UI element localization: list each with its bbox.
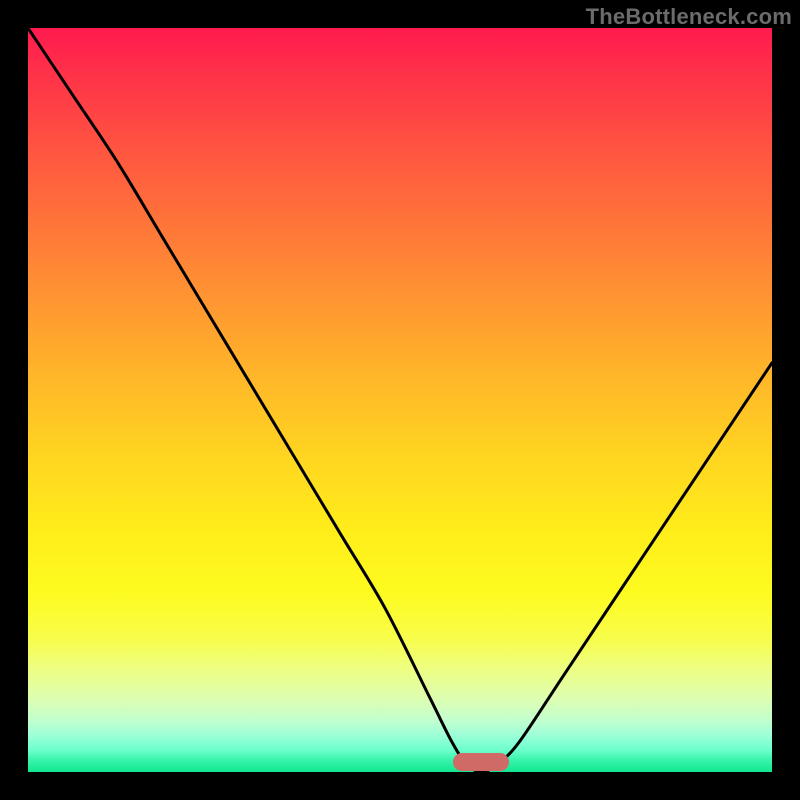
plot-area [28,28,772,772]
watermark-text: TheBottleneck.com [586,4,792,30]
optimal-marker [453,753,509,771]
bottleneck-curve [28,28,772,772]
chart-frame: TheBottleneck.com [0,0,800,800]
